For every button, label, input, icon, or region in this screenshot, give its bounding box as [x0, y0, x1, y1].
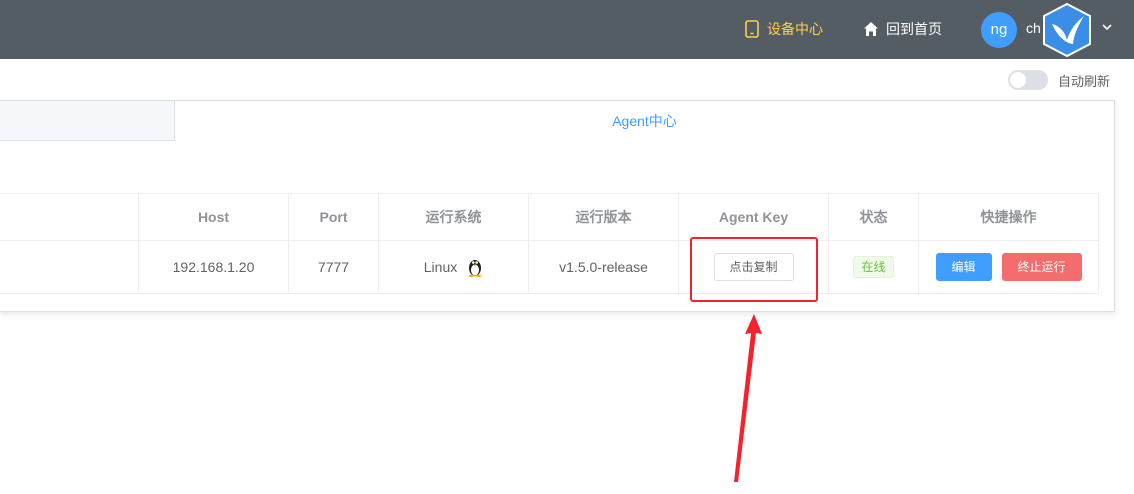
column-header-os: 运行系统 — [378, 193, 529, 241]
toggle-knob — [1010, 72, 1026, 88]
cell-version: v1.5.0-release — [528, 240, 679, 294]
annotation-highlight-box — [690, 237, 818, 302]
cell-port: 7777 — [288, 240, 379, 294]
nav-home-label: 回到首页 — [886, 21, 942, 37]
avatar[interactable]: ng — [981, 12, 1017, 48]
nav-home[interactable]: 回到首页 — [863, 18, 942, 40]
cell-host: 192.168.1.20 — [138, 240, 289, 294]
top-header: 设备中心 回到首页 ng ch — [0, 0, 1134, 59]
auto-refresh-label: 自动刷新 — [1058, 74, 1111, 89]
column-header-host: Host — [138, 193, 289, 241]
os-label: Linux — [423, 259, 458, 275]
cell-hidden — [0, 240, 139, 294]
column-header-port: Port — [288, 193, 379, 241]
username[interactable]: ch — [1026, 20, 1041, 36]
cell-status: 在线 — [828, 240, 919, 294]
home-icon — [864, 22, 878, 36]
column-header-version: 运行版本 — [528, 193, 679, 241]
column-header-status: 状态 — [828, 193, 919, 241]
auto-refresh-toggle[interactable] — [1008, 70, 1048, 90]
tab-agent-center[interactable]: Agent中心 — [175, 101, 1114, 141]
annotation-arrow — [734, 314, 762, 482]
cell-os: Linux — [378, 240, 529, 294]
column-header-hidden — [0, 193, 139, 241]
nav-device-center-label: 设备中心 — [767, 21, 823, 37]
column-header-actions: 快捷操作 — [918, 193, 1099, 241]
table-header-row: Host Port 运行系统 运行版本 Agent Key 状态 快捷操作 — [0, 193, 1099, 241]
nav-device-center[interactable]: 设备中心 — [744, 18, 823, 40]
status-badge: 在线 — [853, 256, 894, 278]
agent-table: Host Port 运行系统 运行版本 Agent Key 状态 快捷操作 19… — [0, 193, 1099, 294]
cell-actions: 编辑 终止运行 — [918, 240, 1099, 294]
edit-button[interactable]: 编辑 — [935, 253, 992, 281]
linux-penguin-icon — [468, 260, 482, 277]
tablet-icon — [745, 20, 759, 38]
table-row: 192.168.1.20 7777 Linux v1.5.0-release 点… — [0, 240, 1099, 294]
chevron-down-icon[interactable] — [1101, 22, 1113, 32]
stop-button[interactable]: 终止运行 — [1001, 253, 1082, 281]
column-header-agent-key: Agent Key — [678, 193, 829, 241]
bird-logo-icon — [1043, 2, 1091, 58]
agent-card: Agent中心 Host Port 运行系统 运行版本 Agent Key 状态… — [0, 100, 1115, 312]
tab-inactive[interactable] — [0, 101, 175, 141]
